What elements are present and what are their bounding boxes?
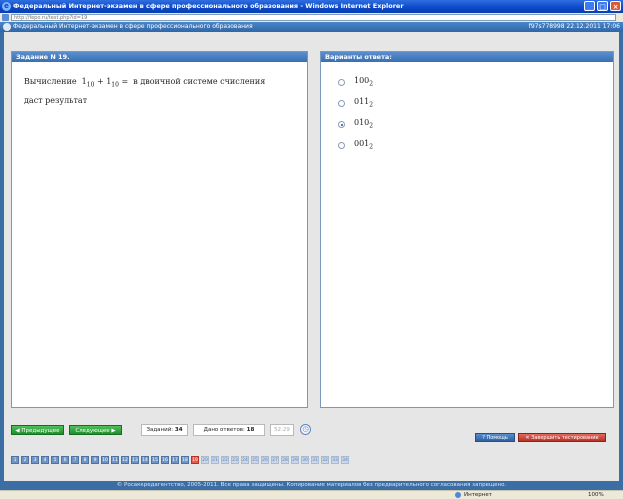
task-number-23[interactable]: 23 [231,456,239,464]
task-number-7[interactable]: 7 [71,456,79,464]
task-number-10[interactable]: 10 [101,456,109,464]
task-number-5[interactable]: 5 [51,456,59,464]
task-number-14[interactable]: 14 [141,456,149,464]
ie-icon: e [2,2,11,11]
minimize-button[interactable]: _ [584,1,595,11]
close-button[interactable]: × [610,1,621,11]
page-icon [2,14,9,21]
answer-label: 1002 [354,76,374,88]
task-number-28[interactable]: 28 [281,456,289,464]
maximize-button[interactable]: □ [597,1,608,11]
task-number-19[interactable]: 19 [191,456,199,464]
next-button[interactable]: Следующее ▶ [69,425,122,435]
answered-counter: Дано ответов: 18 [193,424,265,436]
task-number-30[interactable]: 30 [301,456,309,464]
radio-button[interactable] [338,79,345,86]
task-number-29[interactable]: 29 [291,456,299,464]
prev-button[interactable]: ◀ Предыдущее [11,425,64,435]
answer-label: 0012 [354,139,374,151]
address-bar: http://fepo.ru/test.php?id=19 [0,13,623,22]
address-input[interactable]: http://fepo.ru/test.php?id=19 [11,14,616,21]
timer-display: 52:29 [270,424,294,436]
task-number-13[interactable]: 13 [131,456,139,464]
tasks-counter: Заданий: 34 [141,424,188,436]
task-number-9[interactable]: 9 [91,456,99,464]
task-number-12[interactable]: 12 [121,456,129,464]
task-number-17[interactable]: 17 [171,456,179,464]
clock-icon[interactable]: ◷ [300,424,311,435]
task-number-11[interactable]: 11 [111,456,119,464]
task-number-34[interactable]: 34 [341,456,349,464]
task-number-8[interactable]: 8 [81,456,89,464]
task-number-25[interactable]: 25 [251,456,259,464]
answer-label: 0112 [354,97,374,109]
task-number-16[interactable]: 16 [161,456,169,464]
task-number-31[interactable]: 31 [311,456,319,464]
task-number-33[interactable]: 33 [331,456,339,464]
radio-button[interactable] [338,100,345,107]
window-titlebar[interactable]: e Федеральный Интернет-экзамен в сфере п… [0,0,623,13]
task-number-21[interactable]: 21 [211,456,219,464]
task-number-4[interactable]: 4 [41,456,49,464]
finish-test-button[interactable]: ✕ Завершить тестирование [518,433,606,442]
task-number-2[interactable]: 2 [21,456,29,464]
task-number-32[interactable]: 32 [321,456,329,464]
zoom-level[interactable]: 100% [588,491,604,499]
answers-header: Варианты ответа: [321,52,613,62]
security-zone: Интернет [464,492,492,498]
footer-copyright: © Росаккредагентство, 2005-2011. Все пра… [0,481,623,490]
radio-button-selected[interactable] [338,121,345,128]
task-number-27[interactable]: 27 [271,456,279,464]
answer-label: 0102 [354,118,374,130]
task-number-26[interactable]: 26 [261,456,269,464]
task-number-20[interactable]: 20 [201,456,209,464]
task-number-22[interactable]: 22 [221,456,229,464]
task-number-3[interactable]: 3 [31,456,39,464]
task-number-18[interactable]: 18 [181,456,189,464]
status-bar: Интернет 100% [0,490,623,499]
globe-icon [455,492,461,498]
task-number-1[interactable]: 1 [11,456,19,464]
session-info: f97s778998 22.12.2011 17:06 [528,23,620,30]
app-header: Федеральный Интернет-экзамен в сфере про… [0,22,623,32]
question-header: Задание N 19. [12,52,307,62]
logo-icon [3,23,11,31]
help-button[interactable]: ? Помощь [475,433,515,442]
question-text: Вычисление 110 + 110 = в двоичной систем… [24,77,266,105]
app-title: Федеральный Интернет-экзамен в сфере про… [13,23,253,30]
task-number-24[interactable]: 24 [241,456,249,464]
task-number-15[interactable]: 15 [151,456,159,464]
window-title: Федеральный Интернет-экзамен в сфере про… [13,2,404,10]
task-number-6[interactable]: 6 [61,456,69,464]
radio-button[interactable] [338,142,345,149]
